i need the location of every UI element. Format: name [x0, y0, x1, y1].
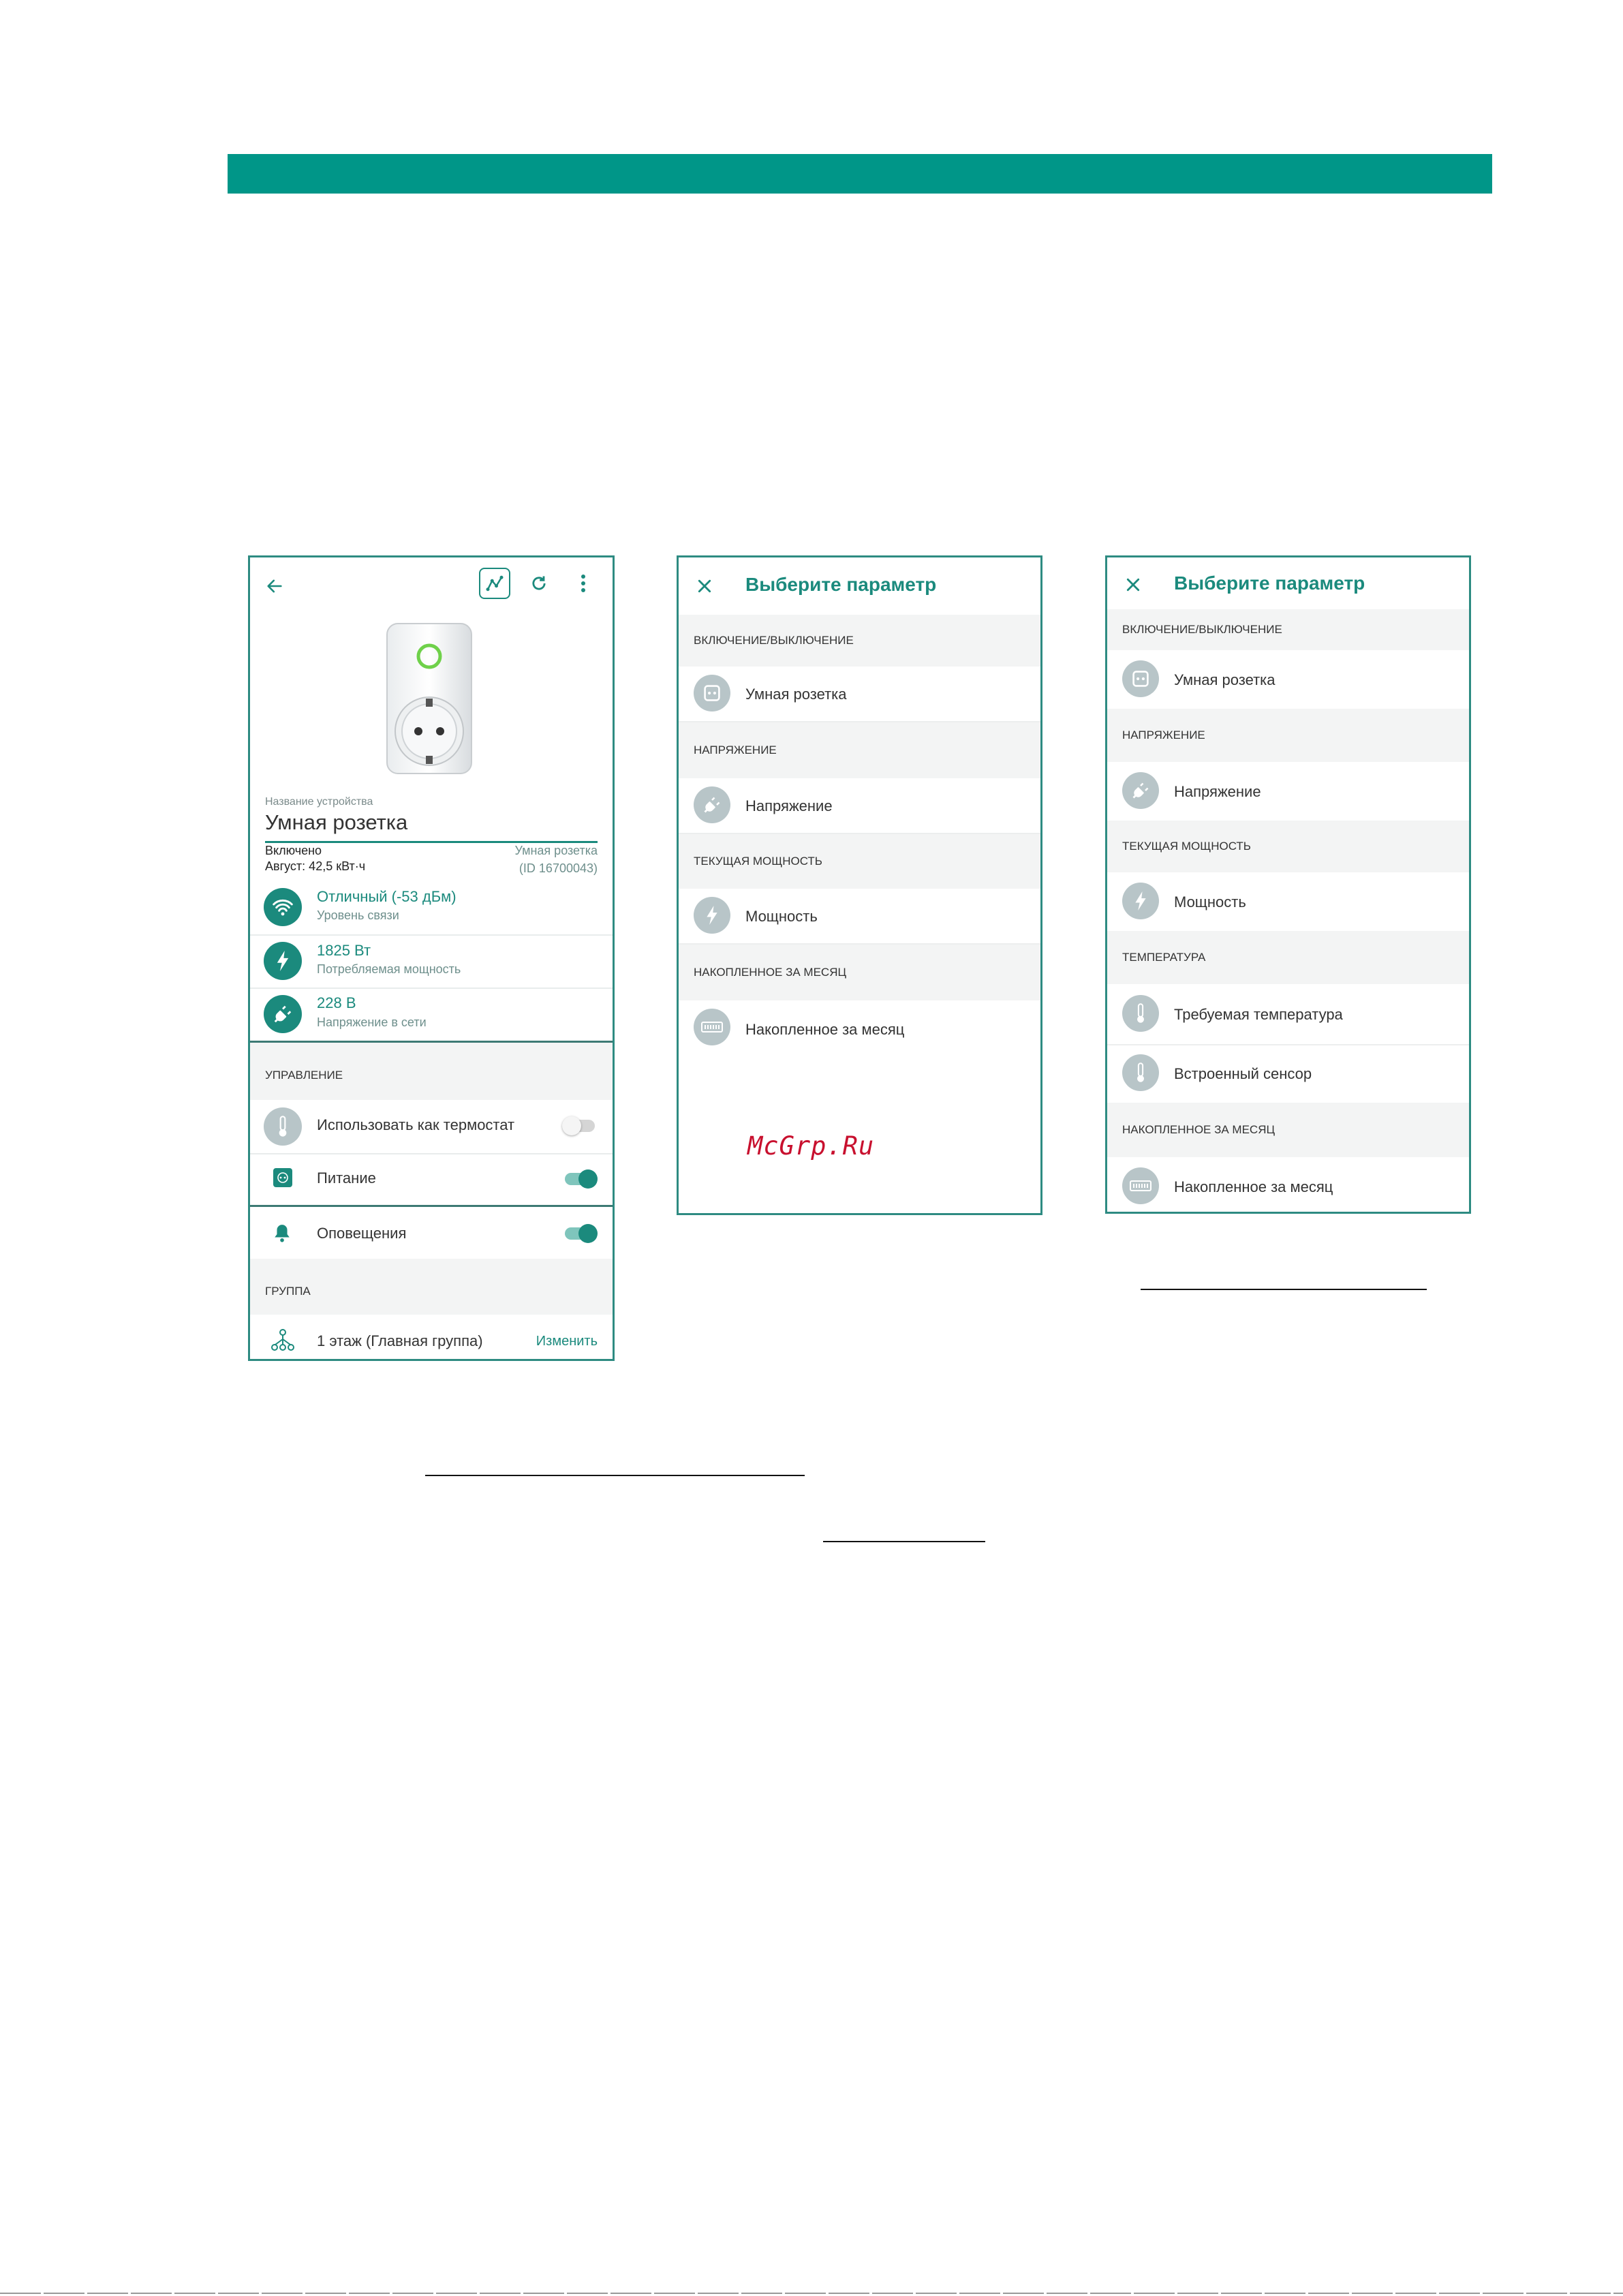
underline-rule: [823, 1541, 985, 1542]
metric-row-power: 1825 Вт Потребляемая мощность: [250, 934, 613, 989]
meter-icon: [694, 1009, 730, 1045]
device-name-label: Название устройства: [265, 796, 373, 808]
header-bar: [228, 154, 1492, 194]
group-value: 1 этаж (Главная группа): [317, 1332, 483, 1349]
section-header-monthly: НАКОПЛЕННОЕ ЗА МЕСЯЦ: [679, 945, 1040, 1000]
energy-summary: Август: 42,5 кВт·ч: [265, 859, 366, 873]
section-header-onoff: ВКЛЮЧЕНИЕ/ВЫКЛЮЧЕНИЕ: [679, 615, 1040, 667]
socket-icon: [694, 675, 730, 711]
metric-row-voltage: 228 В Напряжение в сети: [250, 988, 613, 1043]
thermostat-label: Использовать как термостат: [317, 1116, 515, 1133]
bell-icon: [273, 1223, 291, 1246]
alerts-label: Оповещения: [317, 1225, 407, 1242]
section-header-power: ТЕКУЩАЯ МОЩНОСТЬ: [1107, 821, 1469, 872]
picker-title: Выберите параметр: [745, 574, 937, 595]
param-label: Мощность: [1174, 893, 1246, 910]
param-label: Напряжение: [1174, 783, 1261, 800]
group-section-header: ГРУППА: [250, 1259, 613, 1315]
param-item-monthly[interactable]: Накопленное за месяц: [679, 1000, 1040, 1055]
more-vert-icon[interactable]: [573, 570, 593, 597]
param-item-smart-socket[interactable]: Умная розетка: [1107, 650, 1469, 710]
lightning-icon: [1122, 883, 1159, 919]
param-label: Встроенный сенсор: [1174, 1065, 1312, 1082]
param-item-monthly[interactable]: Накопленное за месяц: [1107, 1157, 1469, 1212]
alerts-row[interactable]: Оповещения: [250, 1207, 613, 1259]
wifi-icon: [264, 888, 302, 926]
power-label: Питание: [317, 1169, 376, 1187]
voltage-label: Напряжение в сети: [317, 1015, 427, 1029]
close-icon[interactable]: [1118, 570, 1148, 600]
thermometer-icon: [264, 1107, 302, 1146]
section-header-voltage: НАПРЯЖЕНИЕ: [679, 722, 1040, 778]
param-item-power[interactable]: Мощность: [679, 889, 1040, 945]
plug-icon: [1122, 772, 1159, 809]
picker-title: Выберите параметр: [1174, 572, 1365, 594]
thermostat-toggle[interactable]: [562, 1116, 595, 1135]
close-icon[interactable]: [690, 571, 720, 601]
section-header-voltage: НАПРЯЖЕНИЕ: [1107, 709, 1469, 762]
section-header-monthly: НАКОПЛЕННОЕ ЗА МЕСЯЦ: [1107, 1103, 1469, 1157]
param-item-voltage[interactable]: Напряжение: [1107, 762, 1469, 822]
thermometer-icon: [1122, 995, 1159, 1032]
param-label: Мощность: [745, 908, 818, 925]
section-header-power: ТЕКУЩАЯ МОЩНОСТЬ: [679, 834, 1040, 889]
back-arrow-icon[interactable]: [260, 571, 290, 601]
lightning-icon: [264, 942, 302, 980]
device-name-input[interactable]: Умная розетка: [265, 810, 407, 835]
param-label: Накопленное за месяц: [745, 1021, 905, 1038]
param-item-target-temp[interactable]: Требуемая температура: [1107, 984, 1469, 1045]
page-bottom-rule: [0, 2293, 1623, 2294]
plug-icon: [694, 786, 730, 823]
alerts-toggle[interactable]: [565, 1224, 598, 1243]
param-item-builtin-sensor[interactable]: Встроенный сенсор: [1107, 1044, 1469, 1104]
param-item-voltage[interactable]: Напряжение: [679, 778, 1040, 834]
thermometer-icon: [1122, 1054, 1159, 1091]
metric-row-signal: Отличный (-53 дБм) Уровень связи: [250, 881, 613, 936]
power-value: 1825 Вт: [317, 942, 371, 959]
parameter-picker-screen: Выберите параметр ВКЛЮЧЕНИЕ/ВЫКЛЮЧЕНИЕ У…: [677, 555, 1042, 1215]
chart-scene-icon[interactable]: [479, 568, 510, 599]
param-item-smart-socket[interactable]: Умная розетка: [679, 667, 1040, 722]
refresh-icon[interactable]: [525, 570, 553, 597]
socket-icon: [1122, 660, 1159, 697]
meter-icon: [1122, 1167, 1159, 1204]
thermostat-row[interactable]: Использовать как термостат: [250, 1100, 613, 1154]
device-screen: Название устройства Умная розетка Включе…: [248, 555, 615, 1361]
watermark-text: McGrp.Ru: [747, 1131, 875, 1161]
power-row[interactable]: Питание: [250, 1153, 613, 1207]
device-id: (ID 16700043): [519, 861, 598, 875]
param-label: Требуемая температура: [1174, 1006, 1343, 1023]
lightning-icon: [694, 897, 730, 934]
device-status: Включено: [265, 844, 322, 857]
device-type: Умная розетка: [514, 844, 598, 857]
param-label: Умная розетка: [745, 686, 847, 703]
section-header-onoff: ВКЛЮЧЕНИЕ/ВЫКЛЮЧЕНИЕ: [1107, 609, 1469, 650]
param-label: Напряжение: [745, 797, 833, 814]
underline-rule: [425, 1475, 805, 1476]
signal-value: Отличный (-53 дБм): [317, 888, 457, 905]
socket-icon: [273, 1168, 292, 1187]
param-item-power[interactable]: Мощность: [1107, 872, 1469, 932]
parameter-picker-screen-thermo: Выберите параметр ВКЛЮЧЕНИЕ/ВЫКЛЮЧЕНИЕ У…: [1105, 555, 1471, 1214]
param-label: Накопленное за месяц: [1174, 1178, 1333, 1195]
param-label: Умная розетка: [1174, 671, 1276, 688]
name-underline: [265, 841, 598, 843]
section-header-temperature: ТЕМПЕРАТУРА: [1107, 931, 1469, 984]
voltage-value: 228 В: [317, 994, 356, 1011]
control-section-header: УПРАВЛЕНИЕ: [250, 1043, 613, 1100]
signal-label: Уровень связи: [317, 908, 399, 922]
group-change-link[interactable]: Изменить: [536, 1334, 598, 1349]
smart-socket-image: [383, 622, 476, 776]
group-row[interactable]: 1 этаж (Главная группа) Изменить: [250, 1315, 613, 1359]
underline-rule: [1141, 1289, 1427, 1290]
group-tree-icon: [270, 1328, 295, 1355]
power-label: Потребляемая мощность: [317, 962, 461, 976]
plug-icon: [264, 995, 302, 1033]
power-toggle[interactable]: [565, 1169, 598, 1189]
